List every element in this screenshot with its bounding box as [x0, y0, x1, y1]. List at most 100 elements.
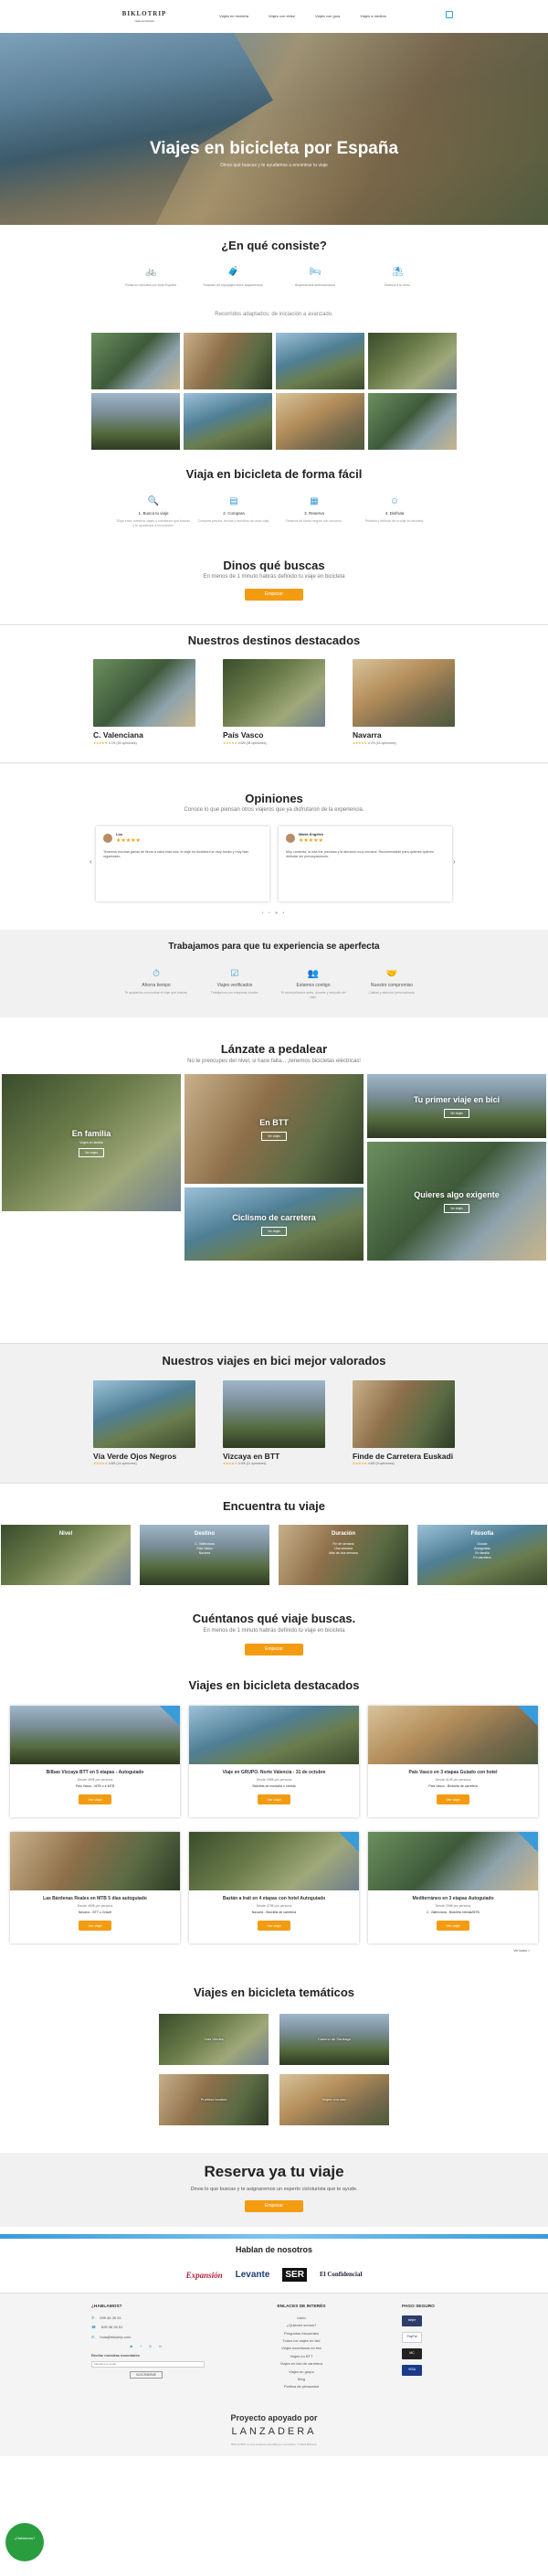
logo[interactable]: BIKLOTRIP viajes en bicicleta	[117, 10, 172, 22]
feature-item: 🛏 Alojamientos seleccionados	[294, 266, 336, 287]
press-logo: SER	[282, 2267, 307, 2283]
photo	[91, 393, 180, 451]
opiniones-title: Opiniones	[245, 791, 303, 805]
footer-link[interactable]: Viajes novedosos en bici	[247, 2346, 356, 2350]
footer-link[interactable]: Preguntas frecuentes	[247, 2331, 356, 2336]
hotel-icon: 🛏	[310, 266, 321, 277]
section-valorados: Nuestros viajes en bici mejor valorados …	[0, 1343, 548, 1484]
footer-link[interactable]: Viajes en BTT	[247, 2354, 356, 2358]
check-list-icon: ☑	[230, 968, 239, 979]
mastercard-icon: MC	[402, 2347, 422, 2359]
photo	[276, 333, 364, 390]
footer-link[interactable]: Inicio	[247, 2315, 356, 2320]
feature-item: 🚲 Rutas en bicicleta por toda España	[125, 266, 176, 287]
consist-title: ¿En qué consiste?	[221, 239, 327, 252]
whatsapp-chat-button[interactable]: ¿Hablamos?	[5, 2523, 44, 2561]
category-tile-familia[interactable]: En familia Viajes en familia Ver viajes	[2, 1074, 181, 1212]
see-trip-button[interactable]: Ver viaje	[258, 1920, 290, 1931]
smile-icon: ☺	[389, 496, 400, 507]
star-rating: ★★★★★	[93, 1462, 108, 1466]
footer-link[interactable]: Política de privacidad	[247, 2384, 356, 2389]
chevron-left-icon[interactable]: ‹	[90, 857, 92, 868]
review-card: Lea ★★★★★ Tenemos muchas ganas de llevar a…	[96, 826, 269, 902]
destination-card[interactable]: Navarra ★★★★★ 4.7/5 (15 opiniones)	[353, 659, 455, 745]
review-card: María Ángeles ★★★★★ Muy contenta, la ruta …	[279, 826, 452, 902]
destination-card[interactable]: País Vasco ★★★★★ 4.6/5 (28 opiniones)	[223, 659, 325, 745]
trip-card[interactable]: Baztán a Irati en 4 etapas con hotel Aut…	[189, 1832, 359, 1944]
phone-icon: ☎	[91, 2325, 96, 2330]
stripe-icon: stripe	[402, 2315, 422, 2326]
trip-card[interactable]: Vía Verde Ojos Negros ★★★★★ 4.8/5 (14 opi…	[93, 1379, 195, 1466]
nav-item-medida[interactable]: Viajes a medida	[360, 14, 385, 18]
theme-tile[interactable]: Vías Verdes	[159, 2013, 269, 2065]
compare-icon: ▤	[229, 496, 238, 507]
facebook-icon[interactable]: f	[141, 2344, 142, 2348]
start-button[interactable]: Empezar	[244, 2199, 303, 2212]
see-trip-button[interactable]: Ver viaje	[258, 1794, 290, 1804]
see-trip-button[interactable]: Ver viaje	[437, 1920, 469, 1931]
see-trip-button[interactable]: Ver viaje	[79, 1920, 111, 1931]
newsletter-email-input[interactable]	[91, 2360, 205, 2368]
category-tile-primer-viaje[interactable]: Tu primer viaje en bici Ver viajes	[367, 1074, 546, 1139]
category-tile-exigente[interactable]: Quieres algo exigente Ver viajes	[367, 1142, 546, 1261]
proyecto-block: Proyecto apoyado por LANZADERA BIKLOTRIP…	[0, 2392, 548, 2447]
filter-tile-duracion[interactable]: Duración Fin de semana Una semana Más de un…	[279, 1525, 408, 1586]
category-tile-btt[interactable]: En BTT Ver viajes	[184, 1074, 364, 1185]
trip-card[interactable]: Finde de Carretera Euskadi ★★★★★ 4.8/5 (9…	[353, 1379, 455, 1466]
footer-link[interactable]: Todos los viajes en bici	[247, 2338, 356, 2343]
opiniones-subtitle: Conoce lo que piensan otros viajeros que…	[184, 807, 364, 814]
footer-link[interactable]: Viajes en grupo	[247, 2369, 356, 2374]
nav-item-bicicleta[interactable]: Viajes en bicicleta	[219, 14, 248, 18]
section-viaja: Viaja en bicicleta de forma fácil 🔍 1. Bu…	[0, 450, 548, 527]
clock-icon: ⏱	[153, 968, 160, 979]
see-trip-button[interactable]: Ver viaje	[437, 1794, 469, 1804]
destination-card[interactable]: C. Valenciana ★★★★★ 4.7/5 (33 opiniones)	[93, 659, 195, 745]
press-logo: Expansión	[185, 2270, 223, 2280]
footer-link[interactable]: Blog	[247, 2377, 356, 2381]
instagram-icon[interactable]: ◎	[149, 2344, 153, 2348]
cuentanos-subtitle: En menos de 1 minuto habrás definido tu …	[203, 1627, 345, 1634]
theme-tile[interactable]: Viajes con vino	[279, 2073, 389, 2125]
theme-tile[interactable]: Camino de Santiago	[279, 2013, 389, 2065]
trip-card[interactable]: País Vasco en 3 etapas Guiado con hotel D…	[368, 1706, 538, 1818]
youtube-icon[interactable]: ▶	[131, 2344, 133, 2348]
trip-card[interactable]: Vizcaya en BTT ★★★★★ 4.9/5 (11 opiniones)	[223, 1379, 325, 1466]
section-destinos: Nuestros destinos destacados C. Valencia…	[0, 623, 548, 763]
footer-link[interactable]: ¿Quiénes somos?	[247, 2323, 356, 2327]
category-tile-carretera[interactable]: Ciclismo de carretera Ver viajes	[184, 1187, 364, 1261]
footer-link[interactable]: Viajes en bici de carretera	[247, 2361, 356, 2366]
carousel-dots[interactable]: • • ● •	[0, 910, 548, 917]
trip-card[interactable]: Las Bárdenas Reales en MTB 5 días autogu…	[10, 1832, 180, 1944]
section-cuentanos: Cuéntanos qué viaje buscas. En menos de …	[0, 1585, 548, 1655]
nav-item-guia[interactable]: Viajes con guía	[315, 14, 340, 18]
destinos-title: Nuestros destinos destacados	[187, 633, 361, 647]
start-button[interactable]: Empezar	[244, 1644, 303, 1655]
valorados-title: Nuestros viajes en bici mejor valorados	[162, 1354, 386, 1368]
subscribe-button[interactable]: SUSCRIBIRME	[129, 2370, 163, 2379]
trip-card[interactable]: Viaje en GRUPO. Norte Valencia - 31 de o…	[189, 1706, 359, 1818]
theme-tile[interactable]: Pueblos bonitos	[159, 2073, 269, 2125]
main-nav: Viajes en bicicleta Viajes con ebike Via…	[219, 14, 386, 18]
search-icon[interactable]	[446, 11, 453, 18]
filter-tile-nivel[interactable]: Nivel	[1, 1525, 131, 1586]
feature-item: 🧳 Traslado de equipajes entre alojamiento…	[203, 266, 263, 287]
see-trip-button[interactable]: Ver viaje	[79, 1794, 111, 1804]
photo	[368, 393, 457, 451]
viaja-title: Viaja en bicicleta de forma fácil	[185, 467, 363, 482]
dinos-title: Dinos qué buscas	[223, 558, 325, 572]
filter-tile-destino[interactable]: Destino C. Valenciana País Vasco Navarra	[140, 1525, 269, 1586]
chevron-right-icon[interactable]: ›	[453, 857, 456, 868]
mail-icon: ✉	[91, 2334, 95, 2339]
trip-card[interactable]: Bilbao Vizcaya BTT en 5 etapas - Autogui…	[10, 1706, 180, 1818]
card-image	[10, 1706, 180, 1765]
trip-card[interactable]: Mediterráneo en 3 etapas Autoguiado Desde…	[368, 1832, 538, 1944]
start-button[interactable]: Empezar	[244, 589, 303, 601]
team-icon: 👥	[307, 968, 320, 979]
feature-item: ⛱ Disfruta a tu ritmo	[384, 266, 411, 287]
nav-item-ebike[interactable]: Viajes con ebike	[269, 14, 295, 18]
handshake-icon: 🤝	[385, 968, 398, 979]
dinos-subtitle: En menos de 1 minuto habrás definido tu …	[203, 574, 345, 580]
filter-tile-filosofia[interactable]: Filosofía Guiado Autoguiado En familia En ca…	[417, 1525, 547, 1586]
linkedin-icon[interactable]: in	[159, 2344, 162, 2348]
card-image	[368, 1832, 538, 1891]
